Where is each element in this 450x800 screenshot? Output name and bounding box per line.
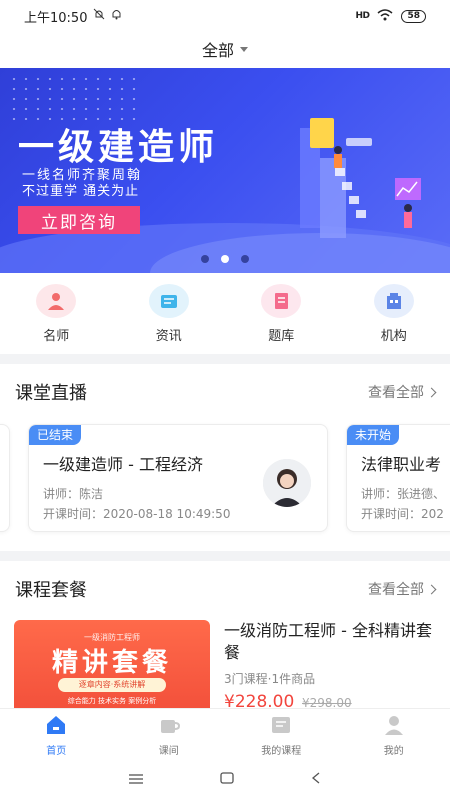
live-card-time: 开课时间：202 [361,507,444,521]
signal-icon: HD [355,11,370,21]
quick-nav-institution[interactable]: 机构 [338,278,450,348]
page-title: 全部 [201,41,234,60]
menu-icon[interactable] [128,769,143,788]
section-divider [0,551,450,561]
tab-label: 我的课程 [261,746,302,757]
banner-illustration [300,118,421,238]
package-title: 一级消防工程师 - 全科精讲套餐 [224,621,432,662]
status-bar: 上午10:50 HD 58 [0,0,450,32]
quick-nav-label: 机构 [380,329,407,344]
status-time: 上午10:50 [24,10,88,26]
category-selector[interactable]: 全部 [0,32,450,66]
live-card-teacher: 讲师：陈洁 [43,487,104,501]
live-card-title: 一级建造师 - 工程经济 [43,455,203,474]
live-carousel[interactable]: 已结束 一级建造师 - 工程经济 讲师：陈洁 开课时间：2020-08-18 1… [0,424,450,534]
home-square-icon[interactable] [220,769,234,788]
package-section-header: 课程套餐 查看全部 [0,569,450,609]
promo-banner[interactable]: 一级建造师 一线名师齐聚周翰 不过重学 通关为止 立即咨询 [0,68,450,273]
live-card-time: 开课时间：2020-08-18 10:49:50 [43,507,231,521]
view-all-label: 查看全部 [368,385,424,401]
quick-nav: 名师 资讯 题库 机构 [0,278,450,348]
quick-nav-question-bank[interactable]: 题库 [225,278,338,348]
cover-tags: 综合能力 技术实务 案例分析 [67,697,157,705]
course-book-icon [270,715,292,739]
tab-label: 首页 [46,746,67,757]
tab-label: 我的 [383,746,404,757]
tab-home[interactable]: 首页 [0,709,113,757]
carousel-dot-active[interactable] [221,255,229,263]
carousel-dot[interactable] [201,255,209,263]
teacher-avatar [263,459,311,507]
back-icon[interactable] [311,769,321,788]
live-card[interactable]: 已结束 一级建造师 - 工程经济 讲师：陈洁 开课时间：2020-08-18 1… [28,424,328,532]
cover-pill: 逐章内容·系统讲解 [58,678,166,692]
question-bank-icon [261,284,302,318]
chevron-right-icon [426,387,437,397]
live-card[interactable]: 未开始 法律职业考 讲师：张进德、 开课时间：202 [346,424,450,532]
tab-break[interactable]: 课间 [113,709,226,757]
consult-button[interactable]: 立即咨询 [18,206,140,234]
teacher-icon [36,284,77,318]
live-section-header: 课堂直播 查看全部 [0,372,450,412]
live-card-prev[interactable] [0,424,10,532]
coffee-cup-icon [158,715,180,739]
wifi-icon [377,8,393,24]
news-icon [148,284,189,318]
tab-profile[interactable]: 我的 [338,709,450,757]
home-icon [45,715,67,739]
quick-nav-label: 资讯 [155,329,182,344]
quick-nav-label: 名师 [43,329,70,344]
tab-my-courses[interactable]: 我的课程 [225,709,338,757]
chevron-right-icon [426,584,437,594]
banner-title: 一级建造师 [18,127,219,168]
cover-title: 精讲套餐 [51,648,172,678]
live-card-title: 法律职业考 [361,455,442,474]
banner-subtitle: 不过重学 通关为止 [22,184,140,199]
section-title: 课堂直播 [15,383,87,404]
status-badge: 已结束 [29,425,82,445]
view-all-package-link[interactable]: 查看全部 [368,579,437,599]
section-divider [0,354,450,364]
live-card-teacher: 讲师：张进德、 [361,487,446,501]
institution-icon [373,284,414,318]
package-meta: 3门课程·1件商品 [224,672,316,686]
package-item[interactable]: 一级消防工程师 精讲套餐 逐章内容·系统讲解 综合能力 技术实务 案例分析 一级… [0,618,450,716]
app-screen: 上午10:50 HD 58 全部 一级建造师 一线名师齐聚周翰 不过重学 通关为… [0,0,450,800]
quick-nav-label: 题库 [268,329,295,344]
carousel-dot[interactable] [241,255,249,263]
view-all-live-link[interactable]: 查看全部 [368,382,437,402]
view-all-label: 查看全部 [368,582,424,598]
system-nav-bar [0,756,450,800]
mute-icon [93,8,105,24]
status-badge: 未开始 [347,425,400,445]
decor-dots [8,74,138,124]
bottom-tab-bar: 首页 课间 我的课程 我的 [0,708,450,757]
quick-nav-teacher[interactable]: 名师 [0,278,113,348]
user-icon [383,715,405,739]
caret-down-icon [240,46,248,52]
package-cover-image: 一级消防工程师 精讲套餐 逐章内容·系统讲解 综合能力 技术实务 案例分析 [14,620,210,716]
quick-nav-news[interactable]: 资讯 [113,278,226,348]
carousel-indicator[interactable] [0,255,450,263]
bell-icon [111,8,122,24]
section-title: 课程套餐 [15,580,87,601]
battery-icon: 58 [401,9,426,23]
tab-label: 课间 [158,746,179,757]
